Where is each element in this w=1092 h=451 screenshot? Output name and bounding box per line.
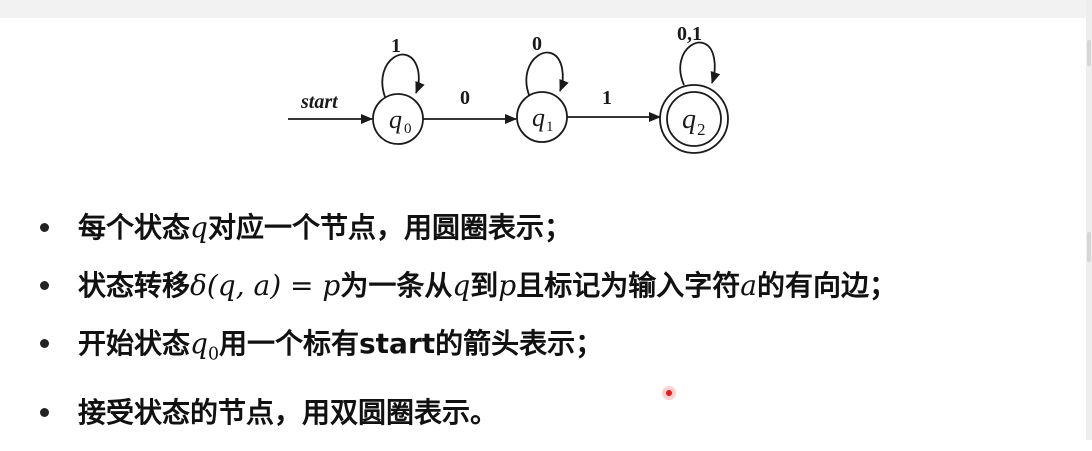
bullet-text: 状态转移	[78, 269, 191, 302]
math-expression: δ(q, a) = p	[190, 269, 341, 302]
pointer-cursor	[662, 386, 676, 400]
bullet-item: 状态转移δ(q, a) = p为一条从q到p且标记为输入字符a的有向边；	[36, 266, 897, 306]
dfa-diagram: start q 0 1 0 q 1 0 1 q 2 0,1	[288, 23, 729, 154]
bullet-text: 每个状态	[78, 211, 191, 244]
bullet-dot	[40, 339, 49, 348]
bullet-item: 开始状态q0用一个标有start的箭头表示；	[36, 324, 897, 375]
bullet-dot	[40, 407, 49, 417]
loop-label-q2: 0,1	[677, 23, 702, 45]
math-symbol: q	[190, 211, 208, 244]
state-name: q	[389, 105, 402, 134]
math-symbol: q0	[190, 327, 219, 365]
bullet-text: 到	[470, 269, 499, 302]
bullet-dot	[40, 223, 49, 232]
math-symbol: a	[740, 269, 757, 302]
bullet-dot	[40, 281, 49, 290]
bullet-text: 接受状态的节点，用双圆圈表示。	[78, 395, 499, 429]
self-loop-q1	[525, 51, 569, 96]
state-q1: q 1	[516, 91, 568, 143]
bullet-list: 每个状态q对应一个节点，用圆圈表示； 状态转移δ(q, a) = p为一条从q到…	[36, 208, 897, 451]
math-symbol: p	[498, 269, 517, 302]
state-name: q	[682, 104, 696, 135]
state-subscript: 2	[697, 120, 706, 139]
state-q0: q 0	[372, 93, 424, 145]
bullet-text: 对应一个节点，用圆圈表示；	[207, 211, 572, 244]
bullet-text: 开始状态	[78, 327, 191, 360]
state-subscript: 0	[404, 121, 412, 137]
bullet-text: 为一条从	[340, 269, 453, 302]
self-loop-q0	[381, 53, 425, 98]
transition-label-q1-q2: 1	[602, 87, 612, 109]
edge-mark	[1087, 232, 1091, 262]
state-name: q	[532, 103, 545, 132]
state-subscript: 1	[546, 119, 554, 135]
bullet-item: 接受状态的节点，用双圆圈表示。	[36, 393, 897, 433]
start-label: start	[300, 91, 339, 113]
loop-label-q0: 1	[391, 35, 401, 57]
bullet-text: 且标记为输入字符	[516, 269, 741, 302]
bullet-text: 用一个标有start的箭头表示；	[219, 327, 604, 360]
loop-label-q1: 0	[532, 33, 542, 55]
transition-label-q0-q1: 0	[460, 87, 470, 109]
bullet-item: 每个状态q对应一个节点，用圆圈表示；	[36, 208, 897, 248]
self-loop-q2	[679, 41, 721, 86]
math-symbol: q	[452, 269, 471, 302]
state-q2: q 2	[659, 84, 729, 154]
bullet-text: 的有向边；	[756, 269, 897, 302]
